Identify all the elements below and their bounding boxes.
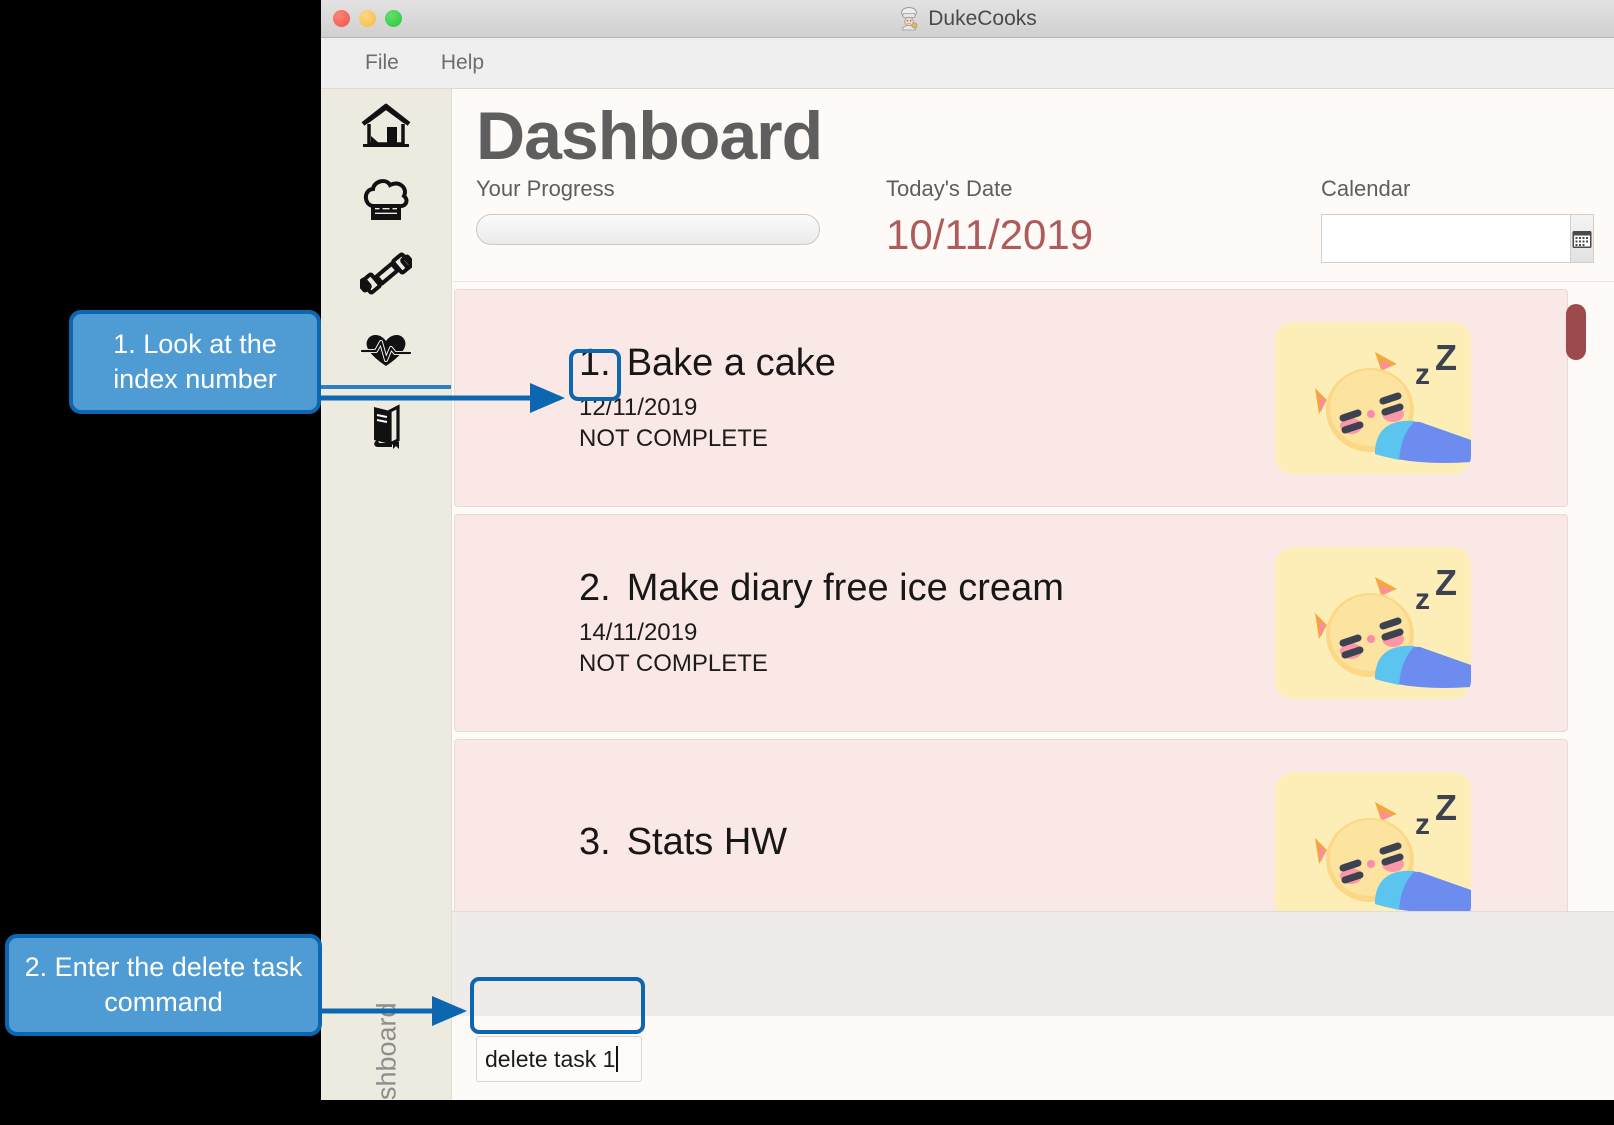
sleeping-cat-icon: z Z [1275, 547, 1471, 700]
task-details: 1. Bake a cake 12/11/2019 NOT COMPLETE [455, 344, 1275, 453]
dumbbell-icon [360, 252, 412, 295]
sidebar-vertical-tab-text: Dashboard [371, 1002, 402, 1100]
dashboard-header: Dashboard Your Progress Today's Date 10/… [452, 89, 1614, 283]
task-name: Stats HW [626, 821, 788, 864]
sidebar-vertical-tab-label: Dashboard [321, 1002, 451, 1100]
annotation-callout-1: 1. Look at the index number [69, 310, 321, 414]
progress-label: Your Progress [476, 176, 615, 202]
maximize-window-button[interactable] [385, 10, 402, 27]
menu-item-file[interactable]: File [349, 47, 415, 79]
window-controls [333, 0, 402, 37]
calendar-block: Calendar [1321, 176, 1594, 264]
task-status: NOT COMPLETE [579, 649, 768, 677]
task-row[interactable]: 2. Make diary free ice cream 14/11/2019 … [454, 514, 1568, 733]
task-thumbnail: z Z [1275, 322, 1471, 475]
window-body: Dashboard Dashboard Your Progress Today'… [321, 89, 1614, 1100]
title-bar: DukeCooks [321, 0, 1614, 38]
task-list: 1. Bake a cake 12/11/2019 NOT COMPLETE z… [452, 282, 1614, 911]
task-index: 3. [579, 821, 611, 864]
sidebar: Dashboard [321, 89, 452, 1100]
sidebar-item-home[interactable] [321, 89, 451, 163]
calendar-icon [1572, 230, 1592, 248]
task-list-scrollbar-thumb[interactable] [1566, 304, 1586, 361]
date-block: Today's Date 10/11/2019 [886, 176, 1286, 256]
sidebar-item-workout[interactable] [321, 237, 451, 311]
window-title: DukeCooks [928, 6, 1037, 30]
svg-text:z: z [1415, 808, 1430, 841]
calendar-input[interactable] [1321, 214, 1570, 264]
task-name: Bake a cake [626, 341, 836, 384]
book-icon [374, 404, 400, 449]
calendar-control [1321, 214, 1594, 264]
svg-text:z: z [1415, 583, 1430, 616]
command-input[interactable]: delete task 1 [476, 1036, 642, 1082]
svg-text:Z: Z [1435, 337, 1457, 378]
sidebar-item-recipes[interactable] [321, 163, 451, 237]
chef-hat-icon [363, 179, 409, 220]
text-cursor [616, 1046, 619, 1072]
main-content: Dashboard Your Progress Today's Date 10/… [452, 89, 1614, 1100]
calendar-picker-button[interactable] [1570, 214, 1594, 264]
sleeping-cat-icon: z Z [1275, 322, 1471, 475]
task-index: 2. [579, 566, 611, 609]
task-thumbnail: z Z [1275, 547, 1471, 700]
task-title-row: 3. Stats HW [579, 823, 1275, 861]
task-title-row: 2. Make diary free ice cream [579, 569, 1275, 607]
menu-bar: File Help [321, 38, 1614, 89]
annotation-callout-2: 2. Enter the delete task command [5, 934, 322, 1036]
task-status: NOT COMPLETE [579, 424, 768, 452]
progress-block: Your Progress [476, 176, 886, 246]
today-date-value: 10/11/2019 [886, 211, 1094, 259]
heartbeat-icon [360, 335, 412, 366]
calendar-label: Calendar [1321, 176, 1411, 202]
svg-text:Z: Z [1435, 562, 1457, 603]
task-details: 3. Stats HW [455, 823, 1275, 873]
svg-text:z: z [1415, 358, 1430, 391]
task-list-scrollbar-track[interactable] [1566, 282, 1600, 911]
task-row[interactable]: 1. Bake a cake 12/11/2019 NOT COMPLETE z… [454, 289, 1568, 508]
sidebar-item-health[interactable] [321, 311, 451, 385]
task-index: 1. [579, 341, 611, 384]
result-display-panel [452, 911, 1614, 1016]
task-date: 14/11/2019 [579, 618, 698, 646]
home-icon [361, 103, 411, 147]
header-stats-row: Your Progress Today's Date 10/11/2019 Ca… [452, 176, 1614, 264]
chef-logo-icon [901, 6, 918, 30]
minimize-window-button[interactable] [359, 10, 376, 27]
task-thumbnail: z Z [1275, 772, 1471, 911]
close-window-button[interactable] [333, 10, 350, 27]
task-row[interactable]: 3. Stats HW z Z [454, 739, 1568, 911]
command-input-value: delete task 1 [485, 1045, 616, 1072]
page-title: Dashboard [476, 98, 823, 174]
task-date: 12/11/2019 [579, 393, 698, 421]
date-label: Today's Date [886, 176, 1013, 202]
task-details: 2. Make diary free ice cream 14/11/2019 … [455, 569, 1275, 678]
task-name: Make diary free ice cream [626, 566, 1064, 609]
menu-item-help[interactable]: Help [425, 47, 500, 79]
app-window: DukeCooks File Help Dashboard Dashboard … [321, 0, 1614, 1100]
sidebar-item-diary[interactable] [321, 389, 451, 463]
progress-bar [476, 214, 820, 246]
command-bar: delete task 1 [452, 1016, 1614, 1100]
task-title-row: 1. Bake a cake [579, 344, 1275, 382]
svg-text:Z: Z [1435, 787, 1457, 828]
window-title-group: DukeCooks [898, 6, 1037, 31]
sleeping-cat-icon: z Z [1275, 772, 1471, 911]
